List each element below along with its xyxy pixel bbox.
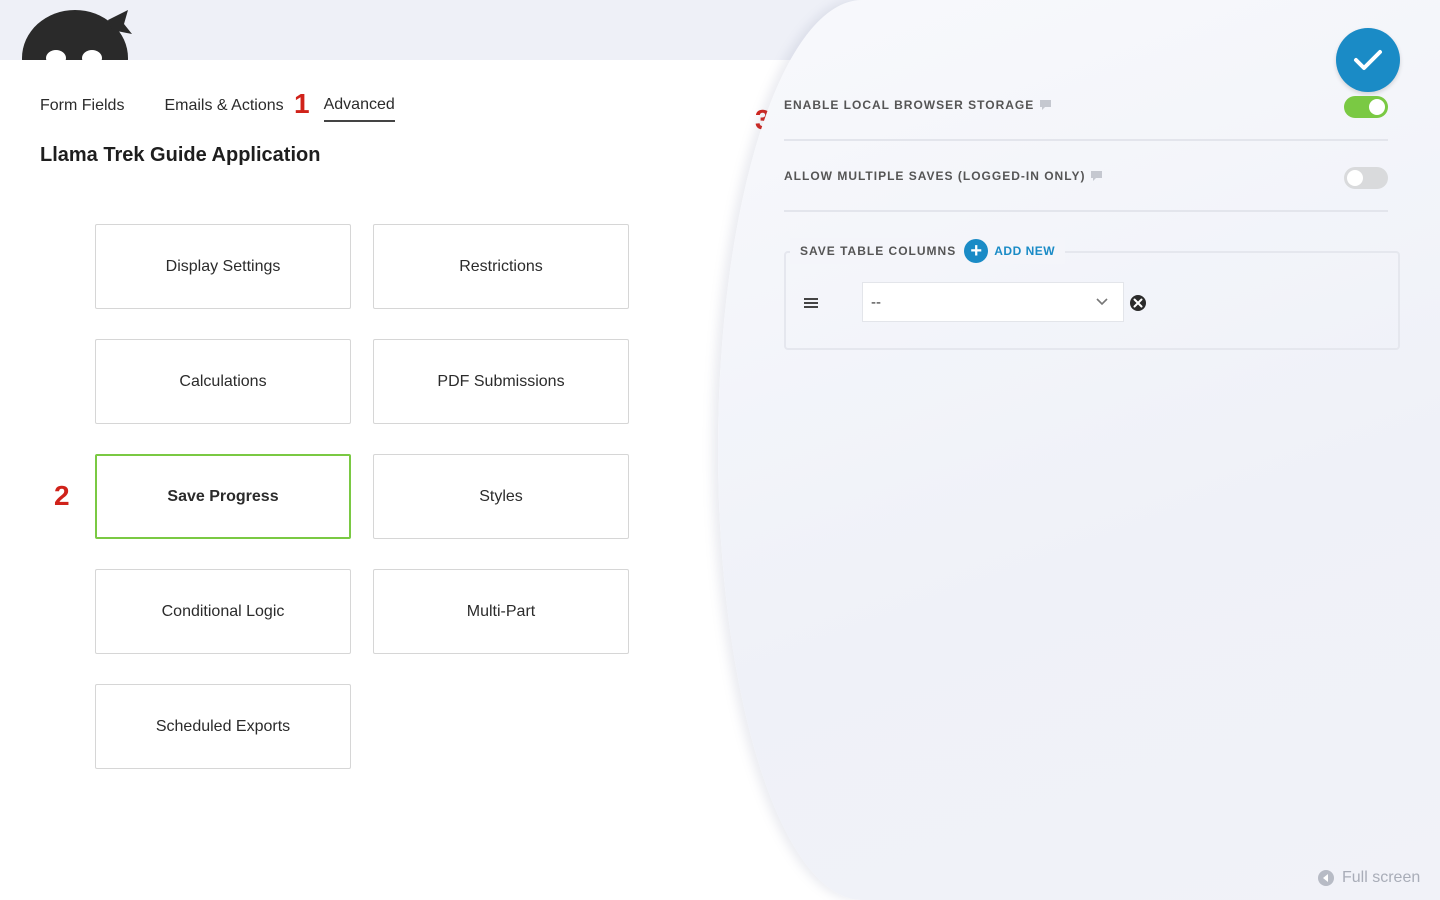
tile-scheduled-exports[interactable]: Scheduled Exports (95, 684, 351, 769)
tile-calculations[interactable]: Calculations (95, 339, 351, 424)
setting-label: ENABLE LOCAL BROWSER STORAGE (784, 98, 1035, 112)
tile-multi-part[interactable]: Multi-Part (373, 569, 629, 654)
tab-form-fields[interactable]: Form Fields (40, 97, 124, 121)
save-table-columns-label: SAVE TABLE COLUMNS (800, 244, 957, 258)
full-screen-icon (1318, 870, 1334, 886)
annotation-marker-1: 1 (294, 88, 310, 119)
tile-save-progress[interactable]: Save Progress (95, 454, 351, 539)
tab-emails-actions[interactable]: Emails & Actions (164, 97, 283, 121)
drag-handle-icon[interactable] (804, 297, 818, 309)
annotation-marker-2: 2 (54, 480, 70, 511)
plus-icon: + (964, 239, 989, 263)
setting-label: ALLOW MULTIPLE SAVES (LOGGED-IN ONLY) (784, 169, 1086, 183)
tile-conditional-logic[interactable]: Conditional Logic (95, 569, 351, 654)
tile-pdf-submissions[interactable]: PDF Submissions (373, 339, 629, 424)
tab-advanced[interactable]: Advanced (323, 96, 395, 122)
checkmark-icon (1354, 50, 1382, 70)
ninja-logo (20, 0, 132, 60)
page-title: Llama Trek Guide Application (40, 144, 321, 166)
save-table-columns-header: SAVE TABLE COLUMNS + ADD NEW (790, 238, 1066, 264)
local-storage-toggle[interactable] (1344, 96, 1388, 118)
add-new-label: ADD NEW (994, 244, 1056, 258)
tile-styles[interactable]: Styles (373, 454, 629, 539)
help-bubble-icon[interactable] (1040, 99, 1052, 111)
add-new-button[interactable]: + ADD NEW (964, 239, 1055, 263)
column-select[interactable]: -- (862, 282, 1124, 322)
tile-display-settings[interactable]: Display Settings (95, 224, 351, 309)
remove-column-icon[interactable] (1129, 294, 1147, 312)
chevron-down-icon (1096, 298, 1108, 306)
toggle-knob (1369, 99, 1385, 115)
tile-restrictions[interactable]: Restrictions (373, 224, 629, 309)
help-bubble-icon[interactable] (1091, 170, 1103, 182)
full-screen-button[interactable]: Full screen (1318, 869, 1420, 887)
column-select-value: -- (871, 293, 881, 311)
main-panel: Form Fields Emails & Actions Advanced Ll… (0, 60, 760, 900)
setting-multiple-saves: ALLOW MULTIPLE SAVES (LOGGED-IN ONLY) (784, 141, 1388, 212)
toggle-knob (1347, 170, 1363, 186)
full-screen-label: Full screen (1342, 869, 1421, 886)
multiple-saves-toggle[interactable] (1344, 167, 1388, 189)
setting-local-storage: ENABLE LOCAL BROWSER STORAGE (784, 70, 1388, 141)
tab-bar: Form Fields Emails & Actions Advanced (40, 96, 435, 122)
